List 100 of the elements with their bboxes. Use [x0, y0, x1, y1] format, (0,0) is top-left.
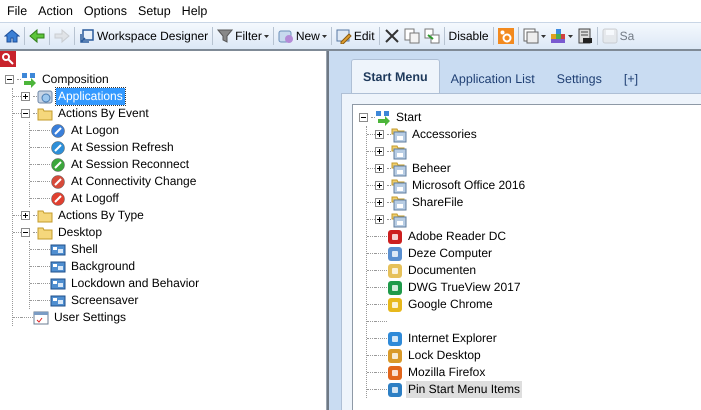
- server-icon: [576, 28, 593, 44]
- dropdown-button[interactable]: [520, 26, 548, 46]
- tree-item[interactable]: At Logon: [69, 122, 122, 139]
- collapse-icon[interactable]: [21, 228, 30, 237]
- app-shortcut-icon: [387, 364, 403, 380]
- tree-item[interactable]: Desktop: [56, 224, 104, 241]
- collapse-icon[interactable]: [5, 75, 14, 84]
- caret-icon: [540, 34, 546, 38]
- settings-panel-icon: [50, 258, 66, 274]
- tree-item[interactable]: Screensaver: [69, 292, 140, 309]
- menu-item[interactable]: Options: [78, 4, 133, 18]
- tree-item[interactable]: Accessories: [410, 126, 479, 143]
- funnel-icon: [217, 28, 234, 44]
- move-document-icon: [424, 28, 440, 44]
- tree-item[interactable]: Microsoft Office 2016: [410, 177, 528, 194]
- edit-form-icon: [336, 28, 352, 44]
- app-shortcut-icon: [387, 330, 403, 346]
- folder-icon: [37, 208, 53, 224]
- folder-icon: [37, 106, 53, 122]
- tree-item[interactable]: Start: [394, 109, 424, 126]
- expand-icon[interactable]: [375, 198, 384, 207]
- tree-root-icon: [21, 72, 37, 88]
- app-shortcut-icon: [387, 348, 403, 364]
- folder-window-icon: [391, 194, 407, 210]
- tree-item[interactable]: Actions By Event: [56, 105, 151, 122]
- app-shortcut-icon: [387, 262, 403, 278]
- circle-logo-icon: [498, 28, 514, 44]
- expand-icon[interactable]: [375, 164, 384, 173]
- tree-item[interactable]: At Connectivity Change: [69, 173, 198, 190]
- event-icon: [50, 122, 66, 138]
- dropdown-button[interactable]: New: [276, 26, 329, 46]
- tree-item[interactable]: At Logoff: [69, 190, 121, 207]
- tab[interactable]: [+]: [612, 65, 650, 93]
- tab[interactable]: Application List: [440, 65, 546, 93]
- expand-icon[interactable]: [375, 215, 384, 224]
- menu-item[interactable]: Setup: [133, 4, 177, 18]
- app-shortcut-icon: [387, 228, 403, 244]
- close-icon: [384, 28, 400, 44]
- event-icon: [50, 156, 66, 172]
- app-shortcut-icon: [387, 246, 403, 262]
- toolbar-button[interactable]: Disable: [446, 27, 491, 45]
- settings-panel-icon: [50, 276, 66, 292]
- app-shortcut-icon: [387, 280, 403, 296]
- folder-window-icon: [391, 144, 407, 160]
- tab[interactable]: Settings: [546, 65, 613, 93]
- tree-item[interactable]: Composition: [40, 71, 111, 88]
- expand-icon[interactable]: [375, 147, 384, 156]
- tree-item[interactable]: Google Chrome: [406, 296, 495, 313]
- tree-item[interactable]: User Settings: [52, 309, 128, 326]
- settings-panel-icon: [50, 242, 66, 258]
- caret-icon: [322, 34, 327, 38]
- collapse-icon[interactable]: [359, 113, 368, 122]
- expand-icon[interactable]: [375, 130, 384, 139]
- tree-item[interactable]: At Session Reconnect: [69, 156, 192, 173]
- settings-panel-icon: [50, 292, 66, 308]
- collapse-icon[interactable]: [21, 109, 30, 118]
- tree-item[interactable]: Shell: [69, 241, 100, 258]
- folder-window-icon: [391, 160, 407, 176]
- folder-window-icon: [391, 126, 407, 142]
- windows-stack-icon: [522, 28, 539, 44]
- tree-item[interactable]: Actions By Type: [56, 207, 146, 224]
- tree-item[interactable]: DWG TrueView 2017: [406, 279, 522, 296]
- menu-item[interactable]: File: [2, 4, 34, 18]
- tree-item[interactable]: Mozilla Firefox: [406, 364, 488, 381]
- tree-item[interactable]: Deze Computer: [406, 245, 494, 262]
- expand-icon[interactable]: [21, 211, 30, 220]
- tree-item[interactable]: Lockdown and Behavior: [69, 275, 202, 292]
- tree-item[interactable]: ShareFile: [410, 194, 466, 211]
- dropdown-button[interactable]: Filter: [215, 26, 271, 46]
- expand-icon[interactable]: [21, 92, 30, 101]
- tree-item[interactable]: Adobe Reader DC: [406, 228, 508, 245]
- tree-item[interactable]: Documenten: [406, 262, 478, 279]
- tree-item[interactable]: At Session Refresh: [69, 139, 176, 156]
- folder-window-icon: [391, 212, 407, 228]
- left-arrow-icon: [29, 28, 45, 44]
- menu-item[interactable]: Help: [176, 4, 214, 18]
- tab[interactable]: Start Menu: [351, 59, 440, 93]
- tree-item[interactable]: Pin Start Menu Items: [406, 381, 522, 398]
- event-icon: [50, 140, 66, 156]
- right-arrow-icon: [54, 28, 70, 44]
- tree-item[interactable]: Internet Explorer: [406, 330, 499, 347]
- caret-icon: [568, 34, 573, 38]
- copy-icon: [404, 28, 420, 44]
- expand-icon[interactable]: [375, 181, 384, 190]
- disc-window-icon: [37, 88, 53, 104]
- toolbar-button[interactable]: Edit: [334, 26, 377, 46]
- tree-root-icon: [375, 110, 391, 126]
- tree-item[interactable]: Beheer: [410, 160, 453, 177]
- checklist-window-icon: [33, 310, 49, 326]
- tree-item[interactable]: Background: [69, 258, 138, 275]
- new-item-icon: [278, 28, 294, 44]
- toolbar-button[interactable]: Workspace Designer: [77, 26, 210, 46]
- caret-icon: [264, 34, 269, 38]
- blocks-icon: [550, 28, 566, 44]
- menu-item[interactable]: Action: [33, 4, 79, 18]
- home-icon: [4, 28, 20, 44]
- event-icon: [50, 190, 66, 206]
- app-shortcut-icon: [387, 382, 403, 398]
- tree-item[interactable]: Lock Desktop: [406, 347, 483, 364]
- event-icon: [50, 174, 66, 190]
